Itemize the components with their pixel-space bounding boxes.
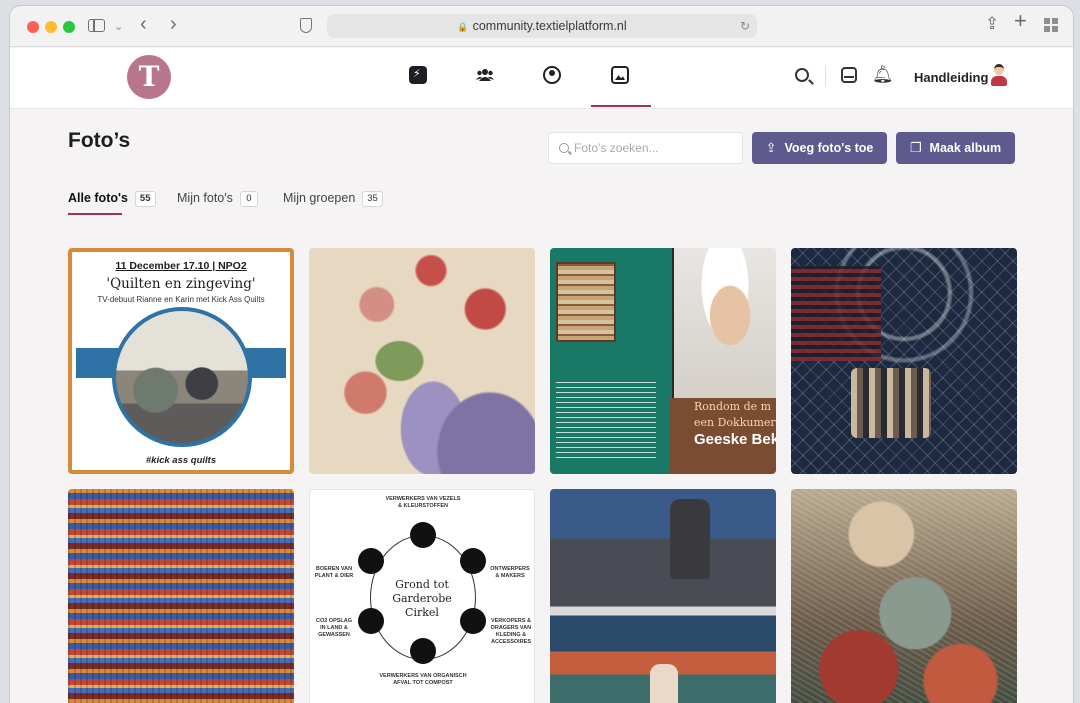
diagram-node bbox=[358, 548, 384, 574]
active-nav-indicator bbox=[591, 105, 651, 107]
site-header: T 🔔︎ Handleiding bbox=[10, 48, 1073, 109]
forward-arrow-icon[interactable]: › bbox=[170, 14, 177, 34]
url-text: community.textielplatform.nl bbox=[472, 19, 627, 33]
book-title-line2: een Dokkumer bbox=[694, 416, 776, 429]
person-figure bbox=[670, 499, 710, 579]
poster-date: 11 December 17.10 | NPO2 bbox=[115, 260, 247, 272]
share-icon[interactable]: ⇪ bbox=[985, 15, 999, 32]
upload-icon: ⇪ bbox=[765, 140, 777, 155]
person-figure bbox=[650, 664, 678, 703]
browser-toolbar: ⌄ ‹ › 🔒 community.textielplatform.nl ↻ ⇪ … bbox=[10, 6, 1073, 47]
bell-icon[interactable]: 🔔︎ bbox=[872, 65, 894, 85]
address-bar[interactable]: 🔒 community.textielplatform.nl ↻ bbox=[327, 14, 757, 38]
fabric-patch bbox=[851, 368, 931, 438]
lock-icon: 🔒 bbox=[457, 22, 469, 32]
reload-icon[interactable]: ↻ bbox=[740, 14, 750, 38]
count-badge: 0 bbox=[239, 191, 258, 207]
close-window-button[interactable] bbox=[27, 21, 39, 33]
handleiding-link[interactable]: Handleiding bbox=[914, 70, 988, 85]
book-title-line3: Geeske Bek bbox=[694, 431, 776, 448]
create-album-button[interactable]: ❐ Maak album bbox=[896, 132, 1015, 164]
page-title: Foto’s bbox=[68, 129, 131, 152]
photo-tile-circle-diagram[interactable]: Grond tot Garderobe Cirkel VERWERKERS VA… bbox=[309, 489, 535, 703]
inbox-icon[interactable] bbox=[841, 67, 857, 83]
photo-tile-quilt-poster[interactable]: 11 December 17.10 | NPO2 'Quilten en zin… bbox=[68, 248, 294, 474]
user-avatar[interactable] bbox=[988, 64, 1010, 88]
browser-window: ⌄ ‹ › 🔒 community.textielplatform.nl ↻ ⇪ … bbox=[10, 6, 1073, 703]
tab-my-groups[interactable]: Mijn groepen 35 bbox=[283, 191, 383, 207]
chevron-down-icon[interactable]: ⌄ bbox=[114, 19, 123, 35]
poster-title: 'Quilten en zingeving' bbox=[106, 276, 256, 292]
photo-tile-book-cover[interactable]: Rondom de m een Dokkumer Geeske Bek bbox=[550, 248, 776, 474]
portrait-image bbox=[674, 248, 776, 398]
photo-tile-sashiko[interactable] bbox=[791, 248, 1017, 474]
search-icon[interactable] bbox=[795, 68, 809, 82]
photo-tile-tapestry[interactable] bbox=[550, 489, 776, 703]
poster-hashtag: #kick ass quilts bbox=[145, 455, 217, 466]
red-stitch-patch bbox=[791, 266, 881, 361]
activity-icon[interactable] bbox=[409, 66, 427, 84]
diagram-node bbox=[460, 548, 486, 574]
minimize-window-button[interactable] bbox=[45, 21, 57, 33]
search-icon bbox=[559, 143, 569, 153]
upload-photos-button[interactable]: ⇪ Voeg foto's toe bbox=[752, 132, 887, 164]
header-divider bbox=[825, 65, 826, 87]
diagram-label: VERWERKERS VAN ORGANISCH AFVAL TOT COMPO… bbox=[379, 673, 467, 686]
tab-all-photos[interactable]: Alle foto's 55 bbox=[68, 191, 156, 215]
photo-tile-weaving[interactable] bbox=[68, 489, 294, 703]
diagram-label: BOEREN VAN PLANT & DIER bbox=[314, 566, 354, 579]
poster-subtitle: TV-debuut Rianne en Karin met Kick Ass Q… bbox=[97, 295, 265, 304]
new-tab-icon[interactable]: + bbox=[1014, 10, 1027, 32]
count-badge: 35 bbox=[362, 191, 383, 207]
diagram-node bbox=[358, 608, 384, 634]
photos-icon[interactable] bbox=[611, 66, 629, 84]
diagram-label: VERWERKERS VAN VEZELS & KLEURSTOFFEN bbox=[385, 496, 461, 509]
photo-tile-sculpture[interactable] bbox=[791, 489, 1017, 703]
back-arrow-icon[interactable]: ‹ bbox=[140, 14, 147, 34]
photo-tile-embroidery[interactable] bbox=[309, 248, 535, 474]
book-back-text bbox=[556, 378, 656, 458]
diagram-node bbox=[410, 522, 436, 548]
site-logo[interactable]: T bbox=[127, 55, 171, 99]
diagram-node bbox=[410, 638, 436, 664]
groups-icon[interactable] bbox=[476, 66, 494, 84]
book-title-line1: Rondom de m bbox=[694, 400, 772, 413]
zoom-window-button[interactable] bbox=[63, 21, 75, 33]
diagram-label: ONTWERPERS & MAKERS bbox=[490, 566, 530, 579]
poster-photo bbox=[112, 307, 252, 447]
profile-icon[interactable] bbox=[543, 66, 561, 84]
sampler-image bbox=[556, 262, 616, 342]
diagram-label: CO2 OPSLAG IN LAND & GEWASSEN bbox=[315, 618, 353, 638]
diagram-center-text: Grond tot Garderobe Cirkel bbox=[392, 578, 452, 619]
diagram-node bbox=[460, 608, 486, 634]
tab-my-photos[interactable]: Mijn foto's 0 bbox=[177, 191, 258, 207]
photo-search-input[interactable] bbox=[574, 133, 739, 163]
diagram-label: VERKOPERS & DRAGERS VAN KLEDING & ACCESS… bbox=[490, 618, 532, 645]
tab-overview-icon[interactable] bbox=[1044, 18, 1058, 32]
sidebar-toggle-icon[interactable] bbox=[88, 19, 105, 32]
privacy-shield-icon[interactable] bbox=[300, 18, 312, 33]
count-badge: 55 bbox=[134, 191, 156, 207]
photo-search-box[interactable] bbox=[548, 132, 743, 164]
album-icon: ❐ bbox=[909, 140, 922, 155]
